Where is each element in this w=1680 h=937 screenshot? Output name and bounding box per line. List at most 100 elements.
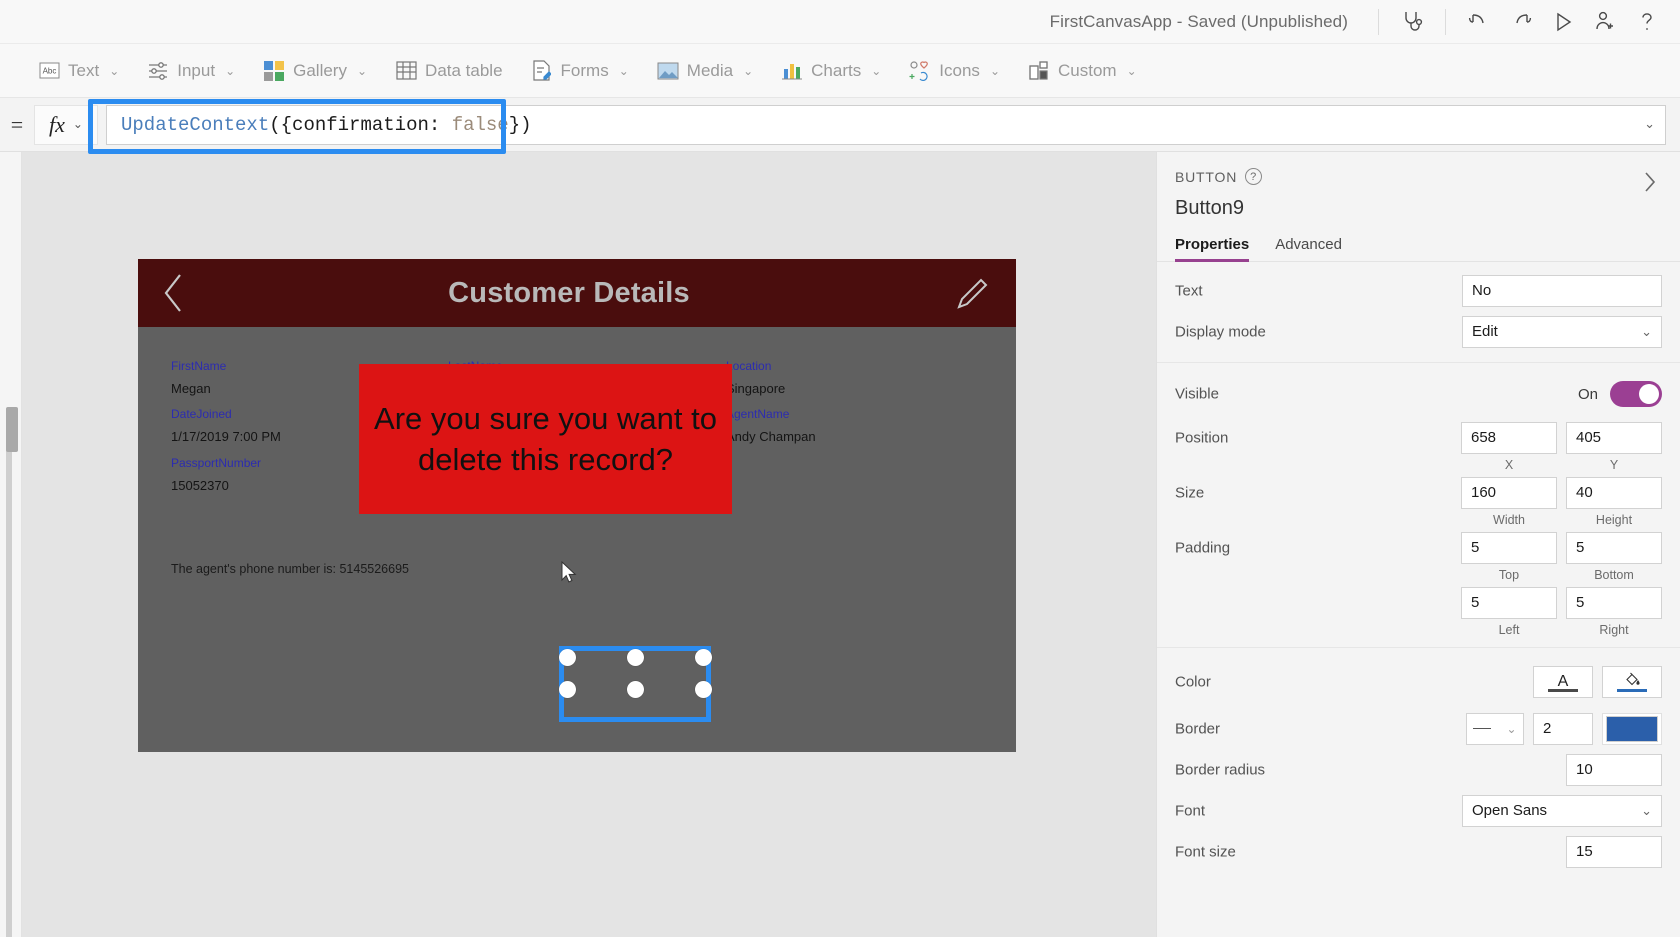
ribbon-item-input[interactable]: Input ⌄ — [133, 44, 249, 98]
custom-blocks-icon — [1028, 60, 1050, 82]
field-agentname: AgentName Andy Champan — [726, 405, 816, 447]
ribbon-label-charts: Charts — [811, 60, 862, 80]
color-buttons: A — [1533, 666, 1662, 698]
field-label: FirstName — [171, 359, 227, 373]
label-font-size: Font size — [1175, 843, 1236, 860]
resize-handle-top-center[interactable] — [627, 649, 644, 666]
preview-play-icon[interactable] — [1542, 0, 1584, 44]
row-border-radius: Border radius 10 — [1175, 749, 1662, 790]
control-type-row: BUTTON ? — [1175, 168, 1662, 185]
equals-sign: = — [10, 111, 24, 137]
padding-sublabels-left: Left Right — [1175, 623, 1662, 637]
resize-handle-top-left[interactable] — [559, 649, 576, 666]
position-y-input[interactable]: 405 — [1566, 421, 1662, 454]
help-question-icon[interactable] — [1626, 0, 1668, 44]
visible-toggle-row: On — [1578, 381, 1662, 407]
chevron-right-icon[interactable] — [1640, 168, 1660, 201]
ribbon-item-icons[interactable]: Icons ⌄ — [895, 44, 1014, 98]
label-border: Border — [1175, 720, 1221, 737]
undo-icon[interactable] — [1458, 0, 1500, 44]
delete-confirmation-message: Are you sure you want to delete this rec… — [374, 401, 717, 477]
display-mode-select[interactable]: Edit ⌄ — [1462, 315, 1662, 348]
fill-color-button[interactable] — [1602, 666, 1662, 698]
properties-group-basic: Text No Display mode Edit ⌄ — [1157, 262, 1680, 363]
icons-shapes-icon — [909, 60, 931, 82]
ribbon-item-data-table[interactable]: Data table — [381, 44, 517, 98]
help-question-icon[interactable]: ? — [1245, 168, 1263, 185]
left-scrollbar[interactable] — [6, 407, 18, 937]
resize-handle-bottom-left[interactable] — [559, 681, 576, 698]
ribbon-item-gallery[interactable]: Gallery ⌄ — [249, 44, 381, 98]
visible-toggle[interactable] — [1610, 381, 1662, 407]
border-style-select[interactable]: ⌄ — [1466, 712, 1524, 745]
padding-bottom-input[interactable]: 5 — [1566, 531, 1662, 564]
padding-left-input[interactable]: 5 — [1461, 586, 1557, 619]
size-width-input[interactable]: 160 — [1461, 476, 1557, 509]
canvas-workspace: Customer Details FirstName Megan LastNam… — [22, 152, 1156, 937]
text-input[interactable]: No — [1462, 274, 1662, 307]
font-size-input[interactable]: 15 — [1566, 835, 1662, 868]
ribbon-item-text[interactable]: Abc Text ⌄ — [24, 44, 133, 98]
gallery-grid-icon — [263, 60, 285, 82]
formula-function-name: UpdateContext — [121, 113, 270, 136]
chevron-down-icon: ⌄ — [871, 63, 882, 78]
chevron-down-icon: ⌄ — [356, 63, 368, 78]
padding-right-input[interactable]: 5 — [1566, 586, 1662, 619]
position-sublabels: X Y — [1175, 458, 1662, 472]
font-select[interactable]: Open Sans ⌄ — [1462, 794, 1662, 827]
tab-advanced[interactable]: Advanced — [1275, 236, 1342, 261]
row-display-mode: Display mode Edit ⌄ — [1175, 311, 1662, 352]
data-table-icon — [395, 60, 417, 82]
resize-handle-bottom-right[interactable] — [695, 681, 712, 698]
ribbon-label-custom: Custom — [1058, 60, 1117, 80]
field-value: Megan — [171, 381, 211, 396]
position-x-input[interactable]: 658 — [1461, 421, 1557, 454]
ribbon-label-input: Input — [177, 60, 216, 80]
tab-properties[interactable]: Properties — [1175, 236, 1250, 262]
ribbon-item-forms[interactable]: Forms ⌄ — [517, 44, 643, 98]
app-checker-icon[interactable] — [1391, 0, 1433, 44]
title-bar: FirstCanvasApp - Saved (Unpublished) — [0, 0, 1680, 44]
ribbon-item-media[interactable]: Media ⌄ — [643, 44, 767, 98]
formula-bar: = fx ⌄ UpdateContext({confirmation: fals… — [0, 98, 1680, 152]
screen-header-bar: Customer Details — [138, 259, 1016, 327]
ribbon-label-text: Text — [68, 60, 100, 80]
resize-handle-bottom-center[interactable] — [627, 681, 644, 698]
redo-icon[interactable] — [1500, 0, 1542, 44]
charts-bar-icon — [781, 60, 803, 82]
formula-expand-chevron-icon[interactable]: ⌄ — [1644, 117, 1655, 132]
pencil-edit-icon[interactable] — [930, 259, 1016, 327]
ribbon-item-custom[interactable]: Custom ⌄ — [1014, 44, 1151, 98]
field-label: PassportNumber — [171, 456, 262, 470]
border-radius-input[interactable]: 10 — [1566, 753, 1662, 786]
fx-property-selector[interactable]: fx ⌄ — [34, 104, 98, 145]
border-color-swatch — [1606, 715, 1658, 742]
resize-handle-top-right[interactable] — [695, 649, 712, 666]
sublabel-left: Left — [1498, 623, 1520, 637]
share-user-icon[interactable] — [1584, 0, 1626, 44]
control-name: Button9 — [1175, 197, 1244, 219]
border-width-input[interactable]: 2 — [1533, 712, 1593, 745]
titlebar-divider-1 — [1378, 8, 1379, 35]
app-screen-canvas[interactable]: Customer Details FirstName Megan LastNam… — [138, 259, 1016, 752]
padding-top-input[interactable]: 5 — [1461, 531, 1557, 564]
formula-input[interactable]: UpdateContext({confirmation: false}) ⌄ — [106, 104, 1666, 145]
field-location: Location Singapore — [726, 357, 785, 399]
label-text: Text — [1175, 282, 1203, 299]
chevron-down-icon: ⌄ — [109, 63, 120, 78]
size-height-input[interactable]: 40 — [1566, 476, 1662, 509]
chevron-down-icon: ⌄ — [225, 63, 236, 78]
titlebar-divider-2 — [1445, 8, 1446, 35]
field-label: Location — [726, 359, 772, 373]
properties-panel: BUTTON ? Button9 Properties Advanced Tex… — [1156, 152, 1680, 937]
row-padding-2: 5 5 — [1175, 582, 1662, 623]
left-scrollbar-thumb[interactable] — [6, 407, 18, 452]
fx-label: fx — [49, 111, 65, 137]
border-color-button[interactable] — [1602, 712, 1662, 745]
ribbon-item-charts[interactable]: Charts ⌄ — [767, 44, 895, 98]
row-color: Color A — [1175, 656, 1662, 708]
sublabel-y: Y — [1609, 458, 1619, 472]
font-color-swatch — [1548, 689, 1578, 692]
back-chevron-icon[interactable] — [138, 259, 208, 327]
font-color-button[interactable]: A — [1533, 666, 1593, 698]
